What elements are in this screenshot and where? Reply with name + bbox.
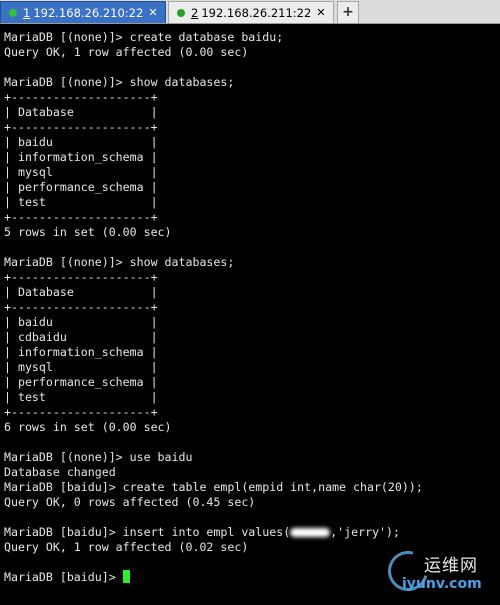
terminal-line: Query OK, 0 rows affected (0.45 sec) (4, 495, 500, 510)
terminal-line-text: | mysql | (4, 360, 158, 374)
terminal-line-text: MariaDB [(none)]> show databases; (4, 255, 235, 269)
tab-label: 192.168.26.210:22 (33, 5, 144, 20)
terminal-line: Query OK, 1 row affected (0.00 sec) (4, 45, 500, 60)
terminal-line: +--------------------+ (4, 210, 500, 225)
terminal-line: | performance_schema | (4, 180, 500, 195)
terminal-line: 5 rows in set (0.00 sec) (4, 225, 500, 240)
terminal-line: MariaDB [baidu]> insert into empl values… (4, 525, 500, 540)
terminal-line-text: | cdbaidu | (4, 330, 158, 344)
terminal-line: | cdbaidu | (4, 330, 500, 345)
terminal-line: | test | (4, 195, 500, 210)
tab-number: 1 (23, 5, 31, 20)
terminal-line: | mysql | (4, 165, 500, 180)
terminal-line-text: | mysql | (4, 165, 158, 179)
terminal-line: 6 rows in set (0.00 sec) (4, 420, 500, 435)
terminal-line: | information_schema | (4, 150, 500, 165)
terminal-line-text: Query OK, 1 row affected (0.02 sec) (4, 540, 249, 554)
terminal-line-text: MariaDB [baidu]> create table empl(empid… (4, 480, 423, 494)
terminal-line: | performance_schema | (4, 375, 500, 390)
connected-status-icon (9, 8, 17, 17)
terminal-line-text: MariaDB [(none)]> use baidu (4, 450, 193, 464)
terminal-line-text: | Database | (4, 285, 158, 299)
terminal-line: | mysql | (4, 360, 500, 375)
terminal-line-text: Database changed (4, 465, 116, 479)
terminal-line-text: | baidu | (4, 135, 158, 149)
terminal-line-text: +--------------------+ (4, 90, 158, 104)
terminal-line: MariaDB [(none)]> use baidu (4, 450, 500, 465)
terminal-line-text: | performance_schema | (4, 180, 158, 194)
terminal-line-text: Query OK, 1 row affected (0.00 sec) (4, 45, 249, 59)
terminal-line: MariaDB [(none)]> show databases; (4, 255, 500, 270)
terminal-line-text: Query OK, 0 rows affected (0.45 sec) (4, 495, 256, 509)
terminal-line-text: +--------------------+ (4, 120, 158, 134)
terminal-line-text: | Database | (4, 105, 158, 119)
terminal-line: | Database | (4, 285, 500, 300)
terminal-line: Query OK, 1 row affected (0.02 sec) (4, 540, 500, 555)
close-icon[interactable]: ✕ (147, 6, 159, 19)
terminal-line: +--------------------+ (4, 120, 500, 135)
terminal-line: | Database | (4, 105, 500, 120)
terminal-line-text: | test | (4, 195, 158, 209)
prompt-text: MariaDB [baidu]> (4, 570, 123, 584)
connected-status-icon (177, 8, 185, 17)
terminal-line: MariaDB [baidu]> create table empl(empid… (4, 480, 500, 495)
terminal-line-text: MariaDB [baidu]> insert into empl values… (4, 525, 291, 539)
close-icon[interactable]: ✕ (315, 6, 327, 19)
terminal-line-text: MariaDB [(none)]> create database baidu; (4, 30, 284, 44)
terminal-output[interactable]: MariaDB [(none)]> create database baidu;… (0, 25, 500, 605)
tab-label: 192.168.26.211:22 (201, 5, 312, 20)
terminal-line-text: ,'jerry'); (330, 525, 400, 539)
terminal-line-text: | information_schema | (4, 345, 158, 359)
tab-session-2[interactable]: 2 192.168.26.211:22 ✕ (168, 1, 334, 23)
terminal-line-text: +--------------------+ (4, 270, 158, 284)
terminal-line-text: | information_schema | (4, 150, 158, 164)
prompt-line[interactable]: MariaDB [baidu]> (4, 570, 500, 585)
terminal-line: MariaDB [(none)]> create database baidu; (4, 30, 500, 45)
terminal-line-text: 5 rows in set (0.00 sec) (4, 225, 172, 239)
terminal-line-text: | baidu | (4, 315, 158, 329)
terminal-line-text: MariaDB [(none)]> show databases; (4, 75, 235, 89)
terminal-line: | baidu | (4, 315, 500, 330)
terminal-line: MariaDB [(none)]> show databases; (4, 75, 500, 90)
cursor-icon (122, 570, 130, 583)
terminal-line: Database changed (4, 465, 500, 480)
terminal-line-text: +--------------------+ (4, 405, 158, 419)
terminal-line: +--------------------+ (4, 300, 500, 315)
tab-bar: 1 192.168.26.210:22 ✕ 2 192.168.26.211:2… (0, 0, 500, 24)
terminal-line: +--------------------+ (4, 270, 500, 285)
terminal-line: | baidu | (4, 135, 500, 150)
new-tab-button[interactable]: + (337, 1, 359, 23)
terminal-line-text: | performance_schema | (4, 375, 158, 389)
terminal-line: +--------------------+ (4, 405, 500, 420)
terminal-line-text: 6 rows in set (0.00 sec) (4, 420, 172, 434)
terminal-line-text: +--------------------+ (4, 300, 158, 314)
tab-session-1[interactable]: 1 192.168.26.210:22 ✕ (0, 1, 166, 23)
terminal-line: | information_schema | (4, 345, 500, 360)
terminal-line: | test | (4, 390, 500, 405)
terminal-line-text: | test | (4, 390, 158, 404)
redacted-value (290, 528, 331, 537)
terminal-line: +--------------------+ (4, 90, 500, 105)
terminal-line-text: +--------------------+ (4, 210, 158, 224)
tab-number: 2 (191, 5, 199, 20)
